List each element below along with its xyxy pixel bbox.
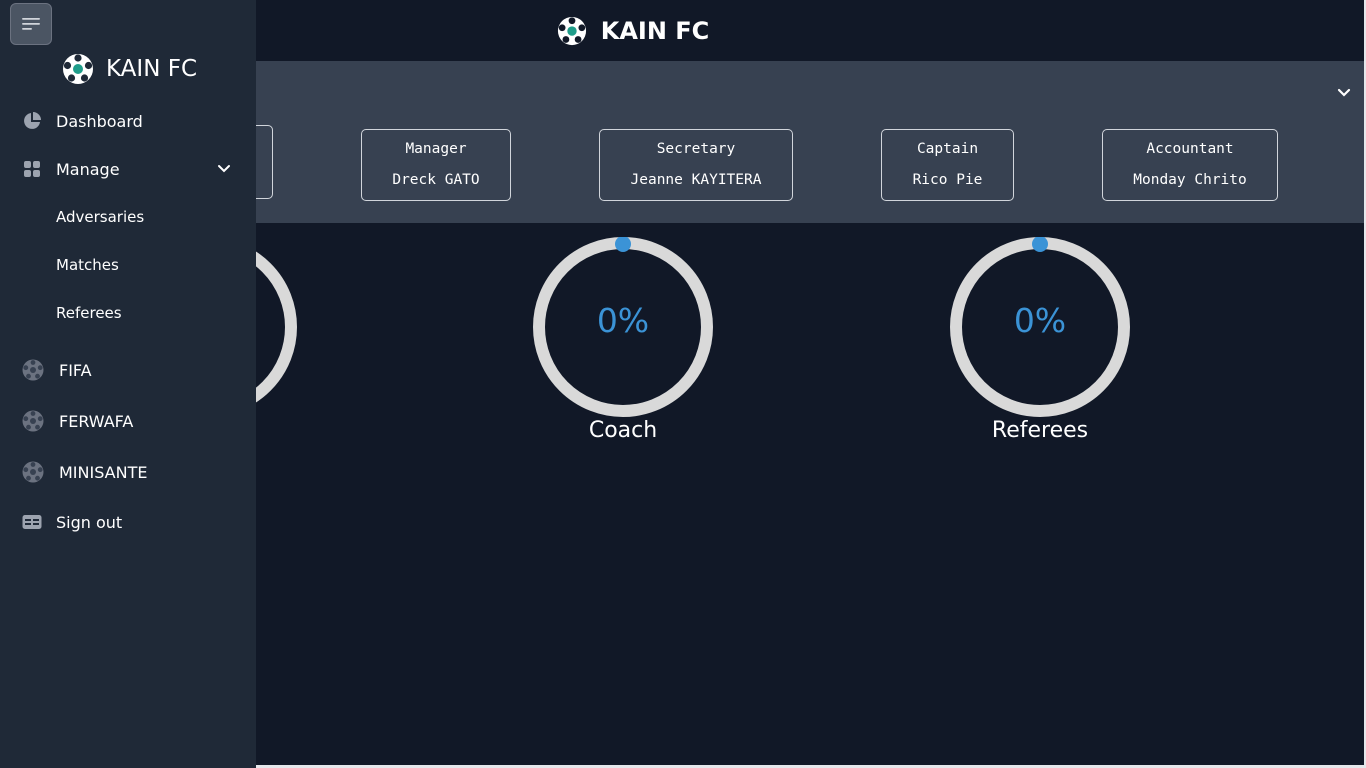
soccer-ball-icon [22, 359, 44, 381]
gauge-percent: 0% [1013, 301, 1067, 340]
sidebar-item-adversaries[interactable]: Adversaries [0, 197, 256, 237]
app-root: KAIN FC Manager Dreck GATO Secretary Jea… [0, 0, 1366, 768]
pie-chart-icon [22, 111, 42, 131]
sidebar-brand[interactable]: KAIN FC [62, 52, 197, 86]
staff-role: Accountant [1146, 141, 1234, 157]
sidebar-item-label: MINISANTE [59, 462, 148, 482]
grid-icon [22, 159, 42, 179]
sidebar-item-label: Adversaries [56, 208, 145, 226]
sidebar-item-dashboard[interactable]: Dashboard [0, 101, 256, 141]
gauge-coach: 0% Coach [528, 237, 718, 443]
staff-card-manager[interactable]: Manager Dreck GATO [361, 129, 511, 201]
id-card-icon [22, 512, 42, 532]
soccer-ball-logo-icon [63, 54, 93, 84]
staff-card-secretary[interactable]: Secretary Jeanne KAYITERA [599, 129, 793, 201]
staff-role: Manager [405, 141, 467, 157]
sidebar-item-label: Referees [56, 304, 122, 322]
staff-name: Jeanne KAYITERA [630, 172, 762, 188]
staff-card-accountant[interactable]: Accountant Monday Chrito [1102, 129, 1278, 201]
sidebar-item-fifa[interactable]: FIFA [0, 350, 256, 390]
sidebar-item-minisante[interactable]: MINISANTE [0, 452, 256, 492]
staff-name: Monday Chrito [1133, 172, 1247, 188]
soccer-ball-icon [22, 410, 44, 432]
sidebar-item-ferwafa[interactable]: FERWAFA [0, 401, 256, 441]
gauge-referees: 0% Referees [945, 237, 1135, 443]
sidebar-item-sign-out[interactable]: Sign out [0, 502, 256, 542]
chevron-down-icon [218, 165, 230, 173]
soccer-ball-icon [22, 461, 44, 483]
staff-role: Captain [916, 141, 979, 157]
menu-toggle-button[interactable] [10, 3, 52, 45]
header-title: KAIN FC [600, 16, 710, 45]
gauge-percent: 0% [596, 301, 650, 340]
soccer-ball-logo-icon [557, 16, 586, 45]
hamburger-icon [22, 18, 40, 30]
staff-name: Dreck GATO [392, 172, 480, 188]
sidebar-item-label: Matches [56, 256, 119, 274]
staff-role: Secretary [656, 141, 736, 157]
gauge-label: Referees [991, 418, 1089, 443]
brand-name: KAIN FC [106, 56, 198, 82]
sidebar-item-label: FIFA [59, 360, 92, 380]
staff-card-captain[interactable]: Captain Rico Pie [881, 129, 1014, 201]
sidebar-item-matches[interactable]: Matches [0, 245, 256, 285]
sidebar-item-label: Manage [56, 159, 120, 179]
sidebar-item-label: Dashboard [56, 111, 143, 131]
gauge-label: Coach [588, 418, 658, 443]
sidebar: KAIN FC Dashboard Manage Adversaries Mat… [0, 0, 256, 768]
staff-name: Rico Pie [912, 172, 983, 188]
sidebar-item-label: FERWAFA [59, 411, 134, 431]
collapse-staff-chevron-icon[interactable] [1334, 83, 1354, 103]
sidebar-item-label: Sign out [56, 512, 123, 532]
sidebar-item-manage[interactable]: Manage [0, 149, 256, 189]
sidebar-item-referees[interactable]: Referees [0, 293, 256, 333]
